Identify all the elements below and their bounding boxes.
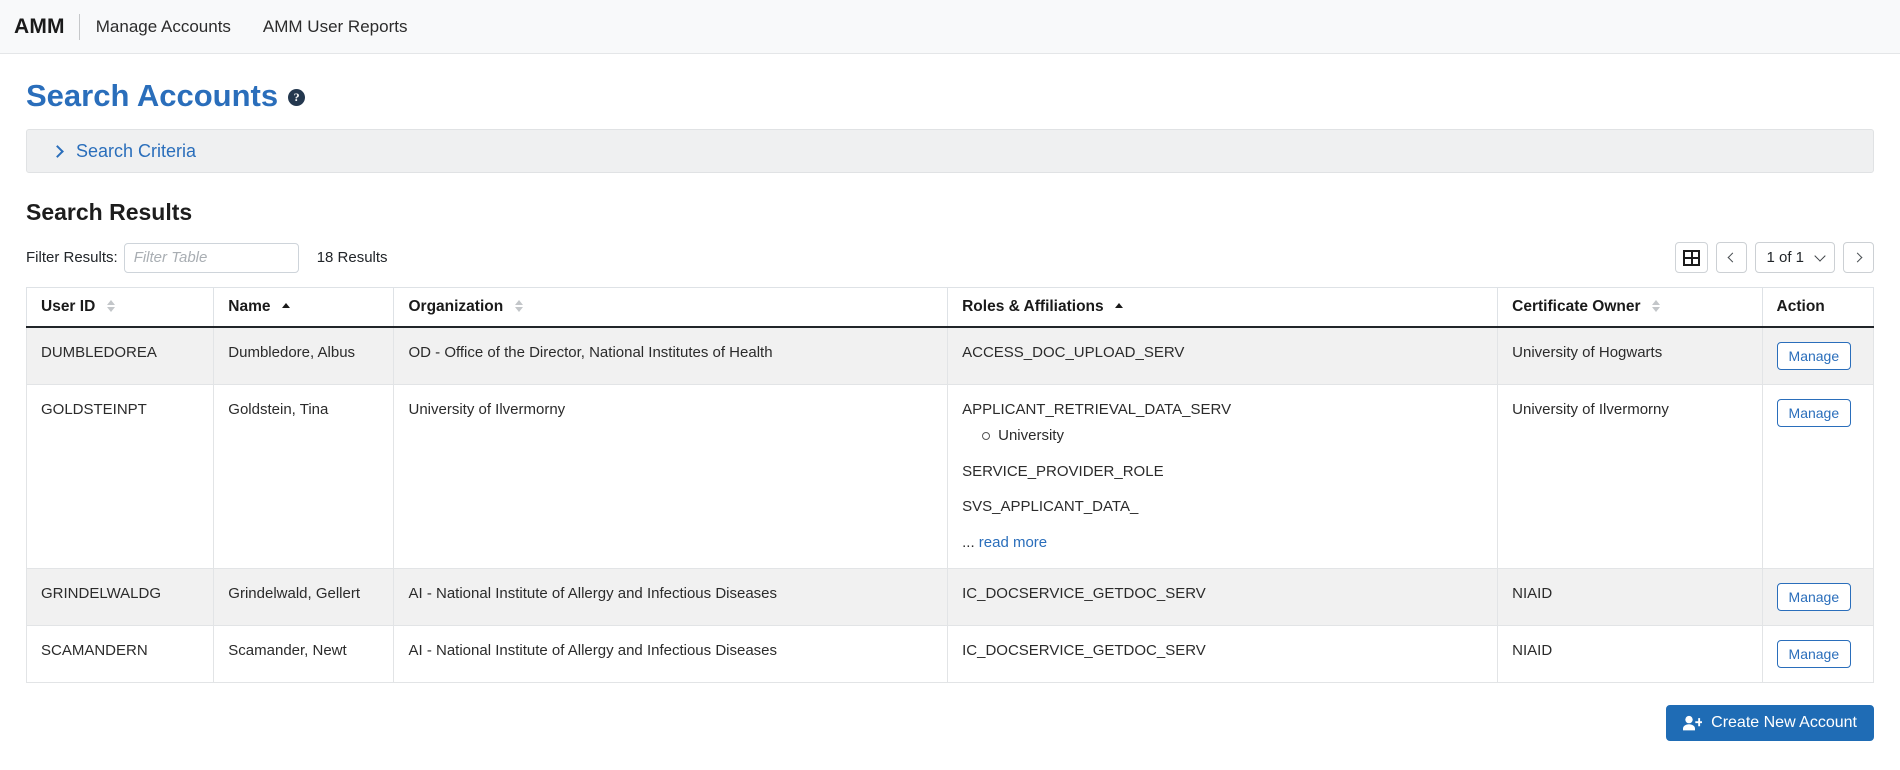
cell-organization: AI - National Institute of Allergy and I… [393,625,949,684]
top-navbar: AMM Manage Accounts AMM User Reports [0,0,1900,54]
column-label: User ID [41,298,96,315]
chevron-down-icon [1814,249,1826,262]
sort-arrows-icon [1651,299,1660,312]
cell-user-id: DUMBLEDOREA [25,327,215,386]
column-header-roles-affiliations[interactable]: Roles & Affiliations [947,287,1499,328]
results-count: 18 Results [316,249,388,266]
table-row: GOLDSTEINPT Goldstein, Tina University of … [25,384,1875,569]
cell-action: Manage [1762,625,1875,684]
search-results-table: User ID Name Organization Roles & Affili… [25,287,1875,684]
affiliation-item: University [982,425,1485,447]
sort-arrows-icon [514,299,523,312]
sort-ascending-icon [281,303,290,309]
cell-user-id: GRINDELWALDG [25,568,215,627]
pagination-controls: 1 of 1 [1675,242,1874,273]
column-header-organization[interactable]: Organization [393,287,949,328]
page-title-row: Search Accounts ? [26,80,1874,111]
page-content: Search Accounts ? Search Criteria Search… [0,80,1900,742]
role-name: SERVICE_PROVIDER_ROLE [962,462,1164,480]
table-row: GRINDELWALDG Grindelwald, Gellert AI - Nat… [25,568,1875,627]
affiliation-list: University [962,425,1485,447]
cell-roles-affiliations: IC_DOCSERVICE_GETDOC_SERV [947,568,1499,627]
manage-button[interactable]: Manage [1776,582,1852,612]
create-new-account-label: Create New Account [1711,714,1857,732]
role-name: IC_DOCSERVICE_GETDOC_SERV [962,642,1206,660]
nav-link-amm-user-reports[interactable]: AMM User Reports [263,17,408,37]
chevron-left-icon [1728,252,1738,263]
search-results-heading: Search Results [26,199,193,225]
cell-roles-affiliations: APPLICANT_RETRIEVAL_DATA_SERV University S… [947,384,1499,569]
table-grid-icon-button[interactable] [1675,242,1709,273]
table-header: User ID Name Organization Roles & Affili… [25,287,1875,328]
column-label: Organization [408,298,504,315]
search-criteria-label: Search Criteria [76,140,197,161]
cell-name: Scamander, Newt [213,625,395,684]
table-row: SCAMANDERN Scamander, Newt AI - National I… [25,625,1875,684]
manage-button[interactable]: Manage [1776,342,1852,371]
read-more-row: ... read more [962,532,1485,554]
search-criteria-accordion[interactable]: Search Criteria [26,129,1874,173]
cell-user-id: GOLDSTEINPT [25,384,215,569]
column-label: Certificate Owner [1512,298,1641,315]
table-row: DUMBLEDOREA Dumbledore, Albus OD - Office … [25,327,1875,386]
page-title: Search Accounts [26,78,279,113]
cell-roles-affiliations: ACCESS_DOC_UPLOAD_SERV [947,327,1499,386]
cell-organization: AI - National Institute of Allergy and I… [393,568,949,627]
column-header-certificate-owner[interactable]: Certificate Owner [1497,287,1763,328]
sort-ascending-icon [1114,303,1123,309]
cell-action: Manage [1762,327,1875,386]
column-header-user-id[interactable]: User ID [25,287,215,328]
cell-roles-affiliations: IC_DOCSERVICE_GETDOC_SERV [947,625,1499,684]
role-name: ACCESS_DOC_UPLOAD_SERV [962,344,1185,361]
filter-table-input[interactable] [123,242,299,273]
cell-name: Grindelwald, Gellert [213,568,395,627]
filter-group: Filter Results: 18 Results [26,242,388,273]
truncation-ellipsis: ... [962,534,979,552]
table-header-row: User ID Name Organization Roles & Affili… [25,287,1875,328]
previous-page-button[interactable] [1716,242,1748,273]
next-page-button[interactable] [1843,242,1874,273]
manage-button[interactable]: Manage [1776,640,1852,669]
cell-organization: University of Ilvermorny [393,384,949,569]
table-body: DUMBLEDOREA Dumbledore, Albus OD - Office … [25,327,1875,684]
sort-arrows-icon [106,299,115,312]
column-label: Name [228,298,271,315]
footer-actions: Create New Account [26,705,1874,742]
cell-name: Goldstein, Tina [213,384,395,569]
read-more-link[interactable]: read more [979,534,1047,551]
table-grid-icon [1683,249,1701,266]
nav-link-manage-accounts[interactable]: Manage Accounts [96,17,231,37]
cell-name: Dumbledore, Albus [213,327,395,386]
nav-divider [78,13,80,40]
manage-button[interactable]: Manage [1776,399,1852,428]
column-header-action: Action [1762,287,1875,328]
column-label: Roles & Affiliations [962,298,1104,315]
column-label: Action [1776,298,1825,315]
role-name: SVS_APPLICANT_DATA_ [962,498,1139,516]
create-new-account-button[interactable]: Create New Account [1666,705,1874,742]
filter-results-label: Filter Results: [26,249,118,266]
cell-action: Manage [1762,568,1875,627]
results-toolbar: Filter Results: 18 Results 1 of 1 [26,242,1874,273]
help-circle-icon[interactable]: ? [288,89,306,106]
cell-certificate-owner: University of Ilvermorny [1497,384,1763,569]
cell-organization: OD - Office of the Director, National In… [393,327,949,386]
user-plus-icon [1683,715,1703,731]
cell-certificate-owner: University of Hogwarts [1497,327,1763,386]
role-name: APPLICANT_RETRIEVAL_DATA_SERV University [962,399,1485,447]
chevron-right-icon [51,144,64,158]
role-name: IC_DOCSERVICE_GETDOC_SERV [962,584,1206,602]
app-brand: AMM [14,14,65,38]
cell-action: Manage [1762,384,1875,569]
chevron-right-icon [1852,252,1863,263]
cell-certificate-owner: NIAID [1497,625,1763,684]
page-number-select[interactable]: 1 of 1 [1755,242,1835,273]
cell-certificate-owner: NIAID [1497,568,1763,627]
cell-user-id: SCAMANDERN [25,625,215,684]
page-indicator-label: 1 of 1 [1766,249,1804,266]
column-header-name[interactable]: Name [213,287,395,328]
